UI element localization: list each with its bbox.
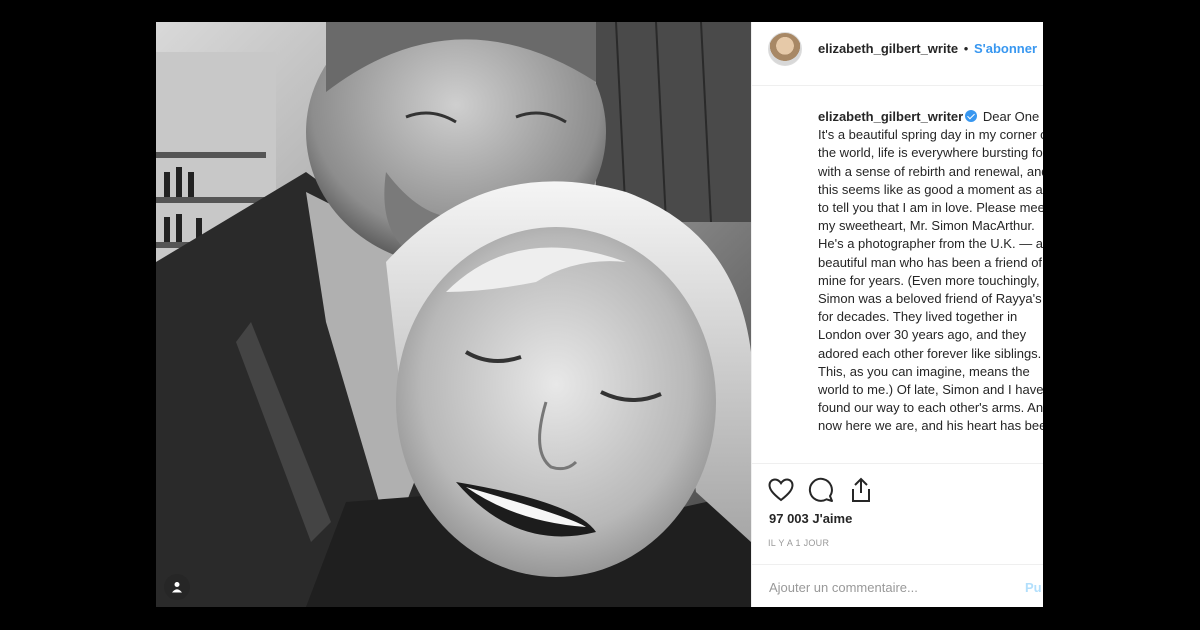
post-time[interactable]: IL Y A 1 JOUR (768, 538, 829, 548)
header-username[interactable]: elizabeth_gilbert_write (818, 41, 958, 56)
comment-box: Ajouter un commentaire... Pu (752, 564, 1043, 607)
user-tag-icon (172, 582, 182, 593)
header-line: elizabeth_gilbert_write • S'abonner (818, 41, 1037, 56)
likes-count[interactable]: 97 003 J'aime (769, 511, 852, 526)
share-icon (852, 477, 870, 502)
post-header: elizabeth_gilbert_write • S'abonner (752, 22, 1043, 86)
caption-text: Dear One It's a beautiful spring day in … (818, 109, 1043, 434)
caption: elizabeth_gilbert_writer Dear One It's a… (818, 108, 1043, 486)
verified-icon (965, 110, 978, 122)
avatar[interactable] (768, 32, 802, 66)
action-icons (768, 477, 874, 503)
post-sidebar: elizabeth_gilbert_write • S'abonner eliz… (751, 22, 1043, 607)
separator-dot: • (963, 41, 969, 56)
like-button[interactable] (768, 477, 794, 503)
heart-icon (768, 478, 794, 502)
publish-button[interactable]: Pu (1025, 580, 1042, 595)
share-button[interactable] (848, 477, 874, 503)
comment-icon (808, 477, 833, 502)
post-actions: 97 003 J'aime IL Y A 1 JOUR Ajouter un c… (752, 463, 1043, 607)
photo-illustration (156, 22, 751, 607)
caption-username[interactable]: elizabeth_gilbert_writer (818, 109, 963, 124)
comment-input[interactable]: Ajouter un commentaire... (769, 580, 918, 595)
instagram-post: elizabeth_gilbert_write • S'abonner eliz… (156, 22, 1043, 607)
post-photo[interactable] (156, 22, 751, 607)
follow-button[interactable]: S'abonner (974, 41, 1037, 56)
user-tag-button[interactable] (164, 574, 190, 600)
comment-button[interactable] (808, 477, 834, 503)
